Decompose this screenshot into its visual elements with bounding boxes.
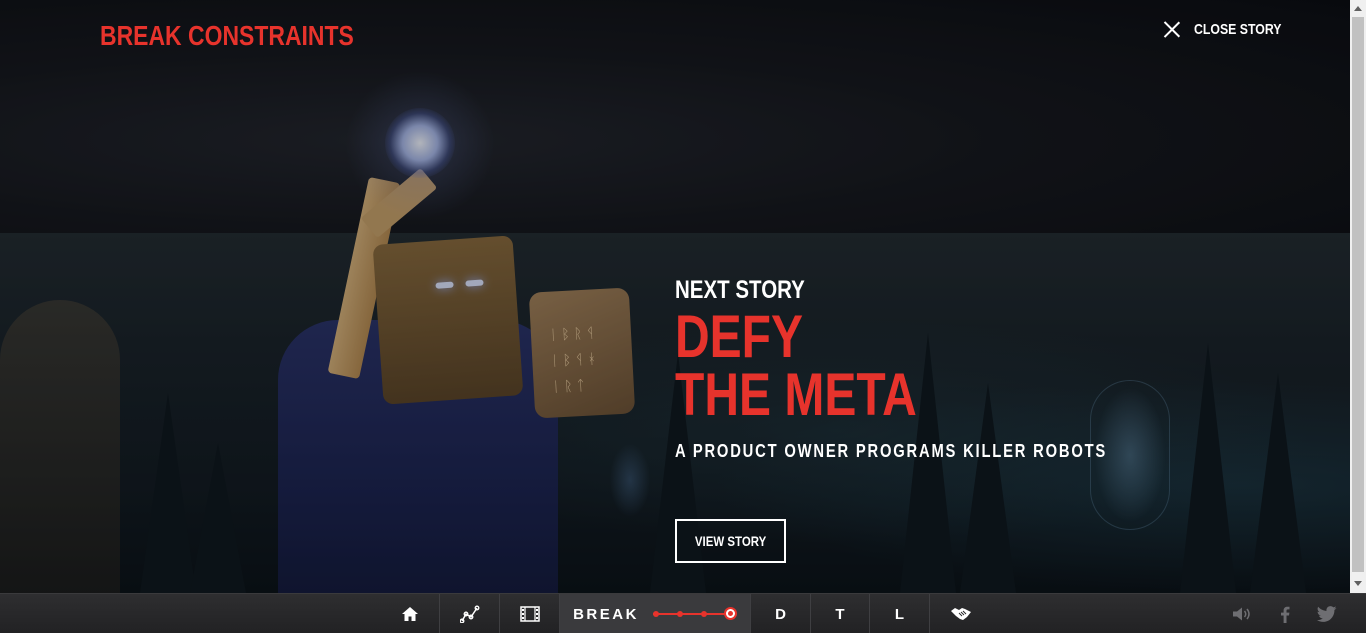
- vertical-scrollbar[interactable]: [1350, 0, 1366, 593]
- nav-break-label[interactable]: BREAK: [573, 606, 639, 623]
- next-story-eyebrow: NEXT STORY: [675, 276, 805, 304]
- chapter-progress: [652, 607, 737, 621]
- brand-logo[interactable]: BREAK CONSTRAINTS: [100, 20, 354, 52]
- progress-current-step[interactable]: [723, 607, 737, 620]
- view-story-label[interactable]: VIEW STORY: [695, 533, 766, 549]
- handshake-icon[interactable]: [950, 606, 972, 622]
- nav-handshake[interactable]: [929, 594, 991, 633]
- scroll-down-arrow[interactable]: [1354, 581, 1362, 586]
- twitter-icon[interactable]: [1317, 606, 1337, 622]
- close-icon[interactable]: [1163, 21, 1180, 38]
- nav-home[interactable]: [381, 594, 439, 633]
- volume-icon[interactable]: [1231, 606, 1253, 622]
- nav-chapter-d[interactable]: D: [750, 594, 810, 633]
- view-story-button[interactable]: VIEW STORY: [675, 519, 786, 563]
- progress-step-dot[interactable]: [676, 611, 683, 617]
- nav-chart[interactable]: [439, 594, 499, 633]
- nav-chapter-l[interactable]: L: [869, 594, 929, 633]
- nav-chapter-l-label[interactable]: L: [895, 606, 904, 623]
- next-story-subtitle: A PRODUCT OWNER PROGRAMS KILLER ROBOTS: [675, 441, 1108, 461]
- scroll-thumb[interactable]: [1352, 17, 1364, 572]
- home-icon[interactable]: [401, 606, 419, 622]
- nav-chapter-d-label[interactable]: D: [775, 606, 786, 623]
- next-story-title: DEFY THE META: [675, 303, 917, 428]
- facebook-link[interactable]: [1275, 594, 1295, 633]
- facebook-icon[interactable]: [1280, 606, 1290, 623]
- film-icon[interactable]: [519, 606, 540, 622]
- nav-chapter-t-label[interactable]: T: [835, 606, 844, 623]
- nav-chapter-t[interactable]: T: [810, 594, 869, 633]
- twitter-link[interactable]: [1314, 594, 1340, 633]
- close-story-button[interactable]: CLOSE STORY: [1163, 21, 1301, 38]
- close-story-label[interactable]: CLOSE STORY: [1194, 21, 1281, 38]
- sound-toggle[interactable]: [1229, 594, 1255, 633]
- next-story-title-line: THE META: [675, 361, 917, 428]
- nav-break-chapter[interactable]: BREAK: [559, 594, 750, 633]
- nav-film[interactable]: [499, 594, 559, 633]
- next-story-title-line: DEFY: [675, 303, 804, 370]
- chart-line-icon[interactable]: [459, 605, 480, 623]
- progress-step-dot[interactable]: [652, 611, 659, 617]
- progress-line: [652, 613, 729, 615]
- bottom-navigation: BREAK D T L: [0, 593, 1366, 633]
- scroll-up-arrow[interactable]: [1354, 6, 1362, 11]
- progress-step-dot[interactable]: [700, 611, 707, 617]
